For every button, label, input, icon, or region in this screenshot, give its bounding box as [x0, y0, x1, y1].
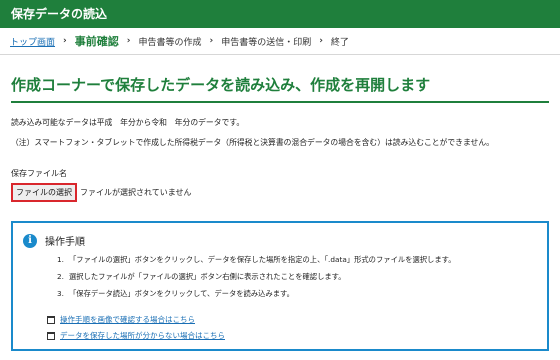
help-link-row: データを保存した場所が分からない場合はこちら — [47, 330, 537, 341]
instruction-step: 1. 「ファイルの選択」ボタンをクリックし、データを保存した場所を指定の上、「.… — [57, 255, 537, 265]
instructions-header: i 操作手順 — [23, 233, 537, 248]
smartphone-note-text: （注）スマートフォン・タブレットで作成した所得税データ（所得税と決算書の混合デー… — [11, 138, 494, 147]
file-picker: ファイルの選択 ファイルが選択されていません — [11, 183, 549, 202]
breadcrumb-separator: › — [63, 36, 67, 46]
main-content: 作成コーナーで保存したデータを読み込み、作成を再開します 読み込み可能なデータは… — [0, 75, 560, 351]
breadcrumb-separator: › — [126, 36, 131, 46]
step-text: 選択したファイルが「ファイルの選択」ボタン右側に表示されたことを確認します。 — [69, 272, 346, 281]
supported-years-text: 読み込み可能なデータは平成 年分から令和 年分のデータです。 — [11, 118, 245, 127]
image-guide-link[interactable]: 操作手順を画像で確認する場合はこちら — [60, 314, 195, 325]
instruction-steps: 1. 「ファイルの選択」ボタンをクリックし、データを保存した場所を指定の上、「.… — [57, 255, 537, 299]
help-link-row: 操作手順を画像で確認する場合はこちら — [47, 314, 537, 325]
breadcrumb-step-create: 申告書等の作成 — [138, 37, 202, 48]
instructions-panel: i 操作手順 1. 「ファイルの選択」ボタンをクリックし、データを保存した場所を… — [11, 221, 549, 351]
step-number: 2. — [57, 272, 64, 281]
breadcrumb-current-step: 事前確認 — [74, 35, 119, 48]
info-icon: i — [23, 233, 37, 248]
instruction-step: 3. 「保存データ読込」ボタンをクリックして、データを読み込みます。 — [57, 289, 537, 299]
instruction-step: 2. 選択したファイルが「ファイルの選択」ボタン右側に表示されたことを確認します… — [57, 272, 537, 282]
breadcrumb-separator: › — [319, 36, 323, 46]
breadcrumb-step-finish: 終了 — [330, 37, 349, 48]
help-links: 操作手順を画像で確認する場合はこちら データを保存した場所が分からない場合はこち… — [47, 314, 537, 341]
file-status-text: ファイルが選択されていません — [80, 188, 192, 197]
new-window-icon — [47, 331, 55, 340]
save-location-help-link[interactable]: データを保存した場所が分からない場合はこちら — [60, 330, 225, 341]
heading-divider — [11, 101, 549, 103]
breadcrumb: トップ画面 › 事前確認 › 申告書等の作成 › 申告書等の送信・印刷 › 終了 — [0, 28, 560, 55]
page-heading: 作成コーナーで保存したデータを読み込み、作成を再開します — [11, 76, 431, 94]
saved-file-label: 保存ファイル名 — [11, 169, 67, 178]
step-text: 「保存データ読込」ボタンをクリックして、データを読み込みます。 — [69, 289, 294, 298]
new-window-icon — [47, 315, 55, 324]
instructions-title: 操作手順 — [45, 237, 85, 248]
breadcrumb-separator: › — [209, 36, 214, 46]
breadcrumb-step-send-print: 申告書等の送信・印刷 — [221, 37, 312, 48]
step-number: 3. — [57, 289, 64, 298]
step-number: 1. — [57, 255, 64, 264]
step-text: 「ファイルの選択」ボタンをクリックし、データを保存した場所を指定の上、「.dat… — [69, 255, 456, 264]
choose-file-button[interactable]: ファイルの選択 — [11, 183, 77, 202]
breadcrumb-home-link[interactable]: トップ画面 — [10, 35, 55, 48]
window-title: 保存データの読込 — [0, 0, 560, 28]
